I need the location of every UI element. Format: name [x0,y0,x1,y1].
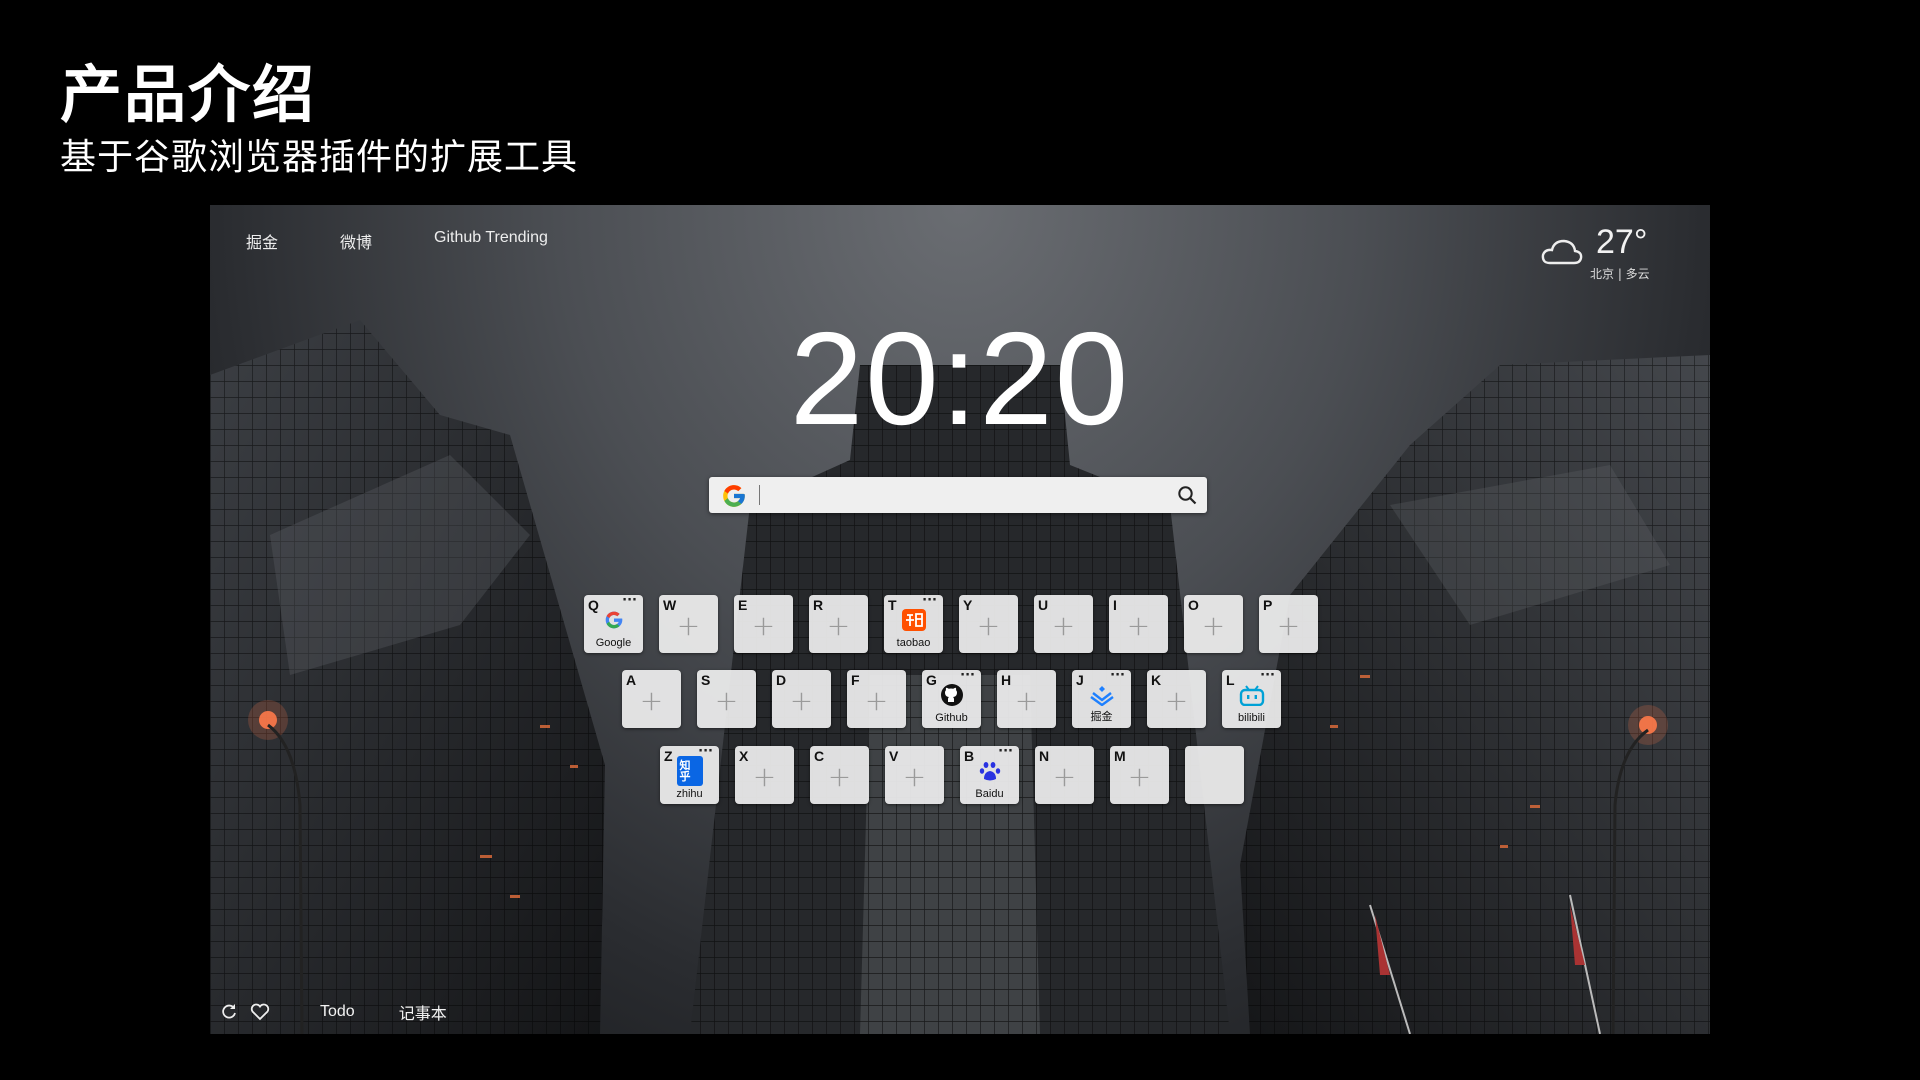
shortcut-key-c[interactable]: C + [810,746,869,804]
weather-widget[interactable]: 27° 北京 | 多云 [1540,223,1660,283]
add-shortcut-icon: + [902,760,927,793]
bottom-bar: Todo 记事本 [220,1000,447,1024]
shortcut-key-q[interactable]: Q ··· Google [584,593,643,653]
add-shortcut-icon: + [1164,684,1189,717]
more-options-icon[interactable]: ··· [1260,668,1275,683]
add-shortcut-icon: + [1014,684,1039,717]
shortcut-key-h[interactable]: H + [997,670,1056,728]
nav-link-weibo[interactable]: 微博 [340,229,372,253]
baidu-icon [977,759,1003,783]
google-g-icon[interactable] [721,483,747,509]
clock: 20:20 [789,305,1131,452]
add-shortcut-icon: + [1127,760,1152,793]
shortcut-key-d[interactable]: D + [772,670,831,728]
shortcut-key-n[interactable]: N + [1035,746,1094,804]
key-letter: Z [664,748,673,764]
add-shortcut-icon: + [676,609,701,642]
search-box[interactable] [709,477,1207,515]
shortcut-key-p[interactable]: P + [1259,595,1318,653]
more-options-icon[interactable]: ··· [998,744,1013,759]
browser-new-tab-screenshot: 掘金 微博 Github Trending 27° 北京 | 多云 20:20 … [210,205,1710,1034]
keyboard-row-2: A + S + D + F + G ··· Github H + J ··· 掘金 K + L ··· bilibili [622,668,1281,728]
more-options-icon[interactable]: ··· [622,593,637,608]
github-icon [939,683,965,707]
weather-location: 北京 | 多云 [1590,267,1650,281]
slide-subtitle: 基于谷歌浏览器插件的扩展工具 [60,137,579,178]
add-shortcut-icon: + [976,609,1001,642]
shortcut-key-y[interactable]: Y + [959,595,1018,653]
shortcut-key-i[interactable]: I + [1109,595,1168,653]
slide-title: 产品介绍 [60,58,317,131]
shortcut-key-m[interactable]: M + [1110,746,1169,804]
add-shortcut-icon: + [1051,609,1076,642]
bilibili-icon [1239,683,1265,707]
site-name: Baidu [975,788,1004,800]
shortcut-key-o[interactable]: O + [1184,595,1243,653]
add-shortcut-icon: + [714,684,739,717]
notepad-link[interactable]: 记事本 [399,1000,447,1024]
shortcut-key-v[interactable]: V + [885,746,944,804]
add-shortcut-icon: + [1201,609,1226,642]
shortcut-key-k[interactable]: K + [1147,670,1206,728]
taobao-icon [901,608,927,632]
shortcut-key-l[interactable]: L ··· bilibili [1222,668,1281,728]
site-name: zhihu [676,788,703,800]
magnifier-icon[interactable] [1177,485,1197,505]
add-shortcut-icon: + [1126,609,1151,642]
shortcut-key-z[interactable]: Z ··· 知乎 zhihu [660,744,719,804]
shortcut-key-b[interactable]: B ··· Baidu [960,744,1019,804]
weather-temperature: 27° [1596,223,1648,261]
add-shortcut-icon: + [639,684,664,717]
add-shortcut-icon: + [752,760,777,793]
shortcut-key-blank[interactable] [1185,746,1244,804]
site-name: bilibili [1238,712,1265,724]
add-shortcut-icon: + [826,609,851,642]
key-letter: T [888,597,897,613]
site-name: Google [595,637,632,649]
add-shortcut-icon: + [827,760,852,793]
shortcut-key-x[interactable]: X + [735,746,794,804]
add-shortcut-icon: + [789,684,814,717]
key-letter: B [964,748,975,764]
keyboard-row-1: Q ··· Google W + E + R + T ··· taobao Y + U + I + O + P + [584,593,1318,653]
top-nav: 掘金 微博 Github Trending [246,229,610,253]
shortcut-key-f[interactable]: F + [847,670,906,728]
juejin-icon [1089,683,1115,707]
shortcut-key-s[interactable]: S + [697,670,756,728]
site-name: taobao [896,637,931,649]
cloud-icon [1541,239,1583,265]
keyboard-row-3: Z ··· 知乎 zhihu X + C + V + B ··· Baidu N + M + [660,744,1244,804]
text-caret [759,485,760,505]
shortcut-key-t[interactable]: T ··· taobao [884,593,943,653]
refresh-icon[interactable] [220,1003,238,1021]
more-options-icon[interactable]: ··· [960,668,975,683]
add-shortcut-icon: + [751,609,776,642]
add-shortcut-icon: + [1276,609,1301,642]
site-name: 掘金 [1090,711,1113,723]
more-options-icon[interactable]: ··· [1110,668,1125,683]
key-letter: J [1076,672,1084,688]
shortcut-key-r[interactable]: R + [809,595,868,653]
zhihu-icon: 知乎 [676,756,703,786]
more-options-icon[interactable]: ··· [922,593,937,608]
shortcut-key-w[interactable]: W + [659,595,718,653]
add-shortcut-icon: + [864,684,889,717]
nav-link-github-trending[interactable]: Github Trending [434,229,548,253]
shortcut-key-g[interactable]: G ··· Github [922,668,981,728]
site-name: Github [935,712,968,724]
search-input[interactable] [763,477,1157,515]
key-letter: Q [588,597,599,613]
key-letter: L [1226,672,1235,688]
shortcut-key-e[interactable]: E + [734,595,793,653]
shortcut-key-j[interactable]: J ··· 掘金 [1072,668,1131,728]
heart-icon[interactable] [250,1003,270,1021]
todo-link[interactable]: Todo [320,1003,355,1021]
shortcut-key-a[interactable]: A + [622,670,681,728]
add-shortcut-icon: + [1052,760,1077,793]
google-icon [601,608,627,632]
key-letter: G [926,672,937,688]
shortcut-key-u[interactable]: U + [1034,595,1093,653]
nav-link-juejin[interactable]: 掘金 [246,229,278,253]
